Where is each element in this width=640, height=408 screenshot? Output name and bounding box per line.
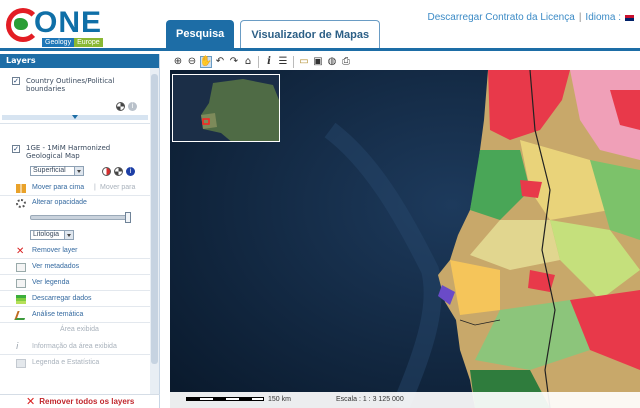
thematic-brush-icon — [14, 311, 28, 320]
move-separator: | — [94, 184, 96, 191]
layer-geological-map: ✓ 1GE - 1MiM Harmonized Geological Map S… — [0, 124, 150, 394]
onegeology-logo[interactable]: ONE Geology Europe — [4, 4, 104, 48]
move-arrows-icon — [16, 184, 26, 193]
top-separator: | — [578, 12, 582, 23]
opacity-row: Alterar opacidade — [0, 196, 150, 211]
zoom-in-icon[interactable]: ⊕ — [172, 56, 184, 68]
color-style-icon[interactable] — [102, 167, 111, 176]
undo-icon[interactable]: ↶ — [214, 56, 226, 68]
layer-name: Country Outlines/Political boundaries — [26, 77, 115, 93]
pan-hand-icon[interactable]: ✋ — [200, 55, 212, 68]
layer-info-icon[interactable]: i — [128, 102, 137, 111]
opacity-slider[interactable] — [30, 212, 131, 223]
surface-select-value: Superficial — [33, 167, 66, 174]
chevron-down-icon — [74, 167, 83, 175]
thematic-row: Análise temática — [0, 308, 150, 323]
map-status-bar: 150 km Escala : 1 : 3 125 000 — [170, 392, 640, 408]
panel-scrollbar-thumb[interactable] — [151, 74, 158, 364]
download-link[interactable]: Descarregar dados — [32, 295, 92, 302]
layer-country-outlines: ✓ Country Outlines/Political boundaries … — [0, 68, 150, 124]
scale-ratio: Escala : 1 : 3 125 000 — [336, 396, 404, 403]
zoom-out-icon[interactable]: ⊖ — [186, 56, 198, 68]
app-root: ONE Geology Europe Descarregar Contrato … — [0, 0, 640, 408]
chevron-down-icon — [64, 231, 73, 239]
legend-stats-row: Legenda e Estatística — [0, 356, 150, 371]
toolbar-separator — [258, 55, 259, 68]
layer-checkbox[interactable]: ✓ — [12, 145, 20, 153]
area-shown-heading: Área exibida — [60, 326, 99, 333]
legend-list-icon[interactable]: ☰ — [277, 56, 289, 68]
move-down-link: Mover para — [100, 184, 136, 191]
lithology-select-value: Litologia — [33, 231, 60, 238]
opacity-slider-handle[interactable] — [125, 212, 131, 223]
remove-all-layers-button[interactable]: ✕ Remover todos os layers — [0, 394, 160, 408]
info-icon[interactable]: i — [263, 56, 275, 68]
layer-style-icon[interactable] — [114, 167, 123, 176]
metadata-doc-icon — [16, 263, 26, 272]
save-icon[interactable]: ▣ — [312, 56, 324, 68]
surface-select[interactable]: Superficial — [30, 166, 84, 176]
remove-all-label: Remover todos os layers — [39, 397, 135, 406]
layer-checkbox[interactable]: ✓ — [12, 77, 20, 85]
layer-expand-toggle[interactable] — [2, 115, 148, 120]
map-viewer[interactable]: ⊕ ⊖ ✋ ↶ ↷ ⌂ i ☰ ▭ ▣ ◍ ⎙ 150 km Escala: … — [170, 53, 640, 408]
opacity-link[interactable]: Alterar opacidade — [32, 199, 87, 206]
remove-x-icon: ✕ — [16, 246, 25, 257]
print-icon[interactable]: ⎙ — [340, 56, 352, 68]
move-up-link[interactable]: Mover para cima — [32, 184, 84, 191]
metadata-link[interactable]: Ver metadados — [32, 263, 79, 270]
panel-scrollbar[interactable] — [150, 68, 159, 394]
layer-name: 1GE - 1MiM Harmonized Geological Map — [26, 144, 111, 160]
logo-sub-geology: Geology — [42, 38, 75, 47]
logo-map-mark — [14, 18, 28, 30]
layers-panel-title: Layers — [0, 54, 159, 68]
globe-icon[interactable]: ◍ — [326, 56, 338, 68]
metadata-row: Ver metadados — [0, 260, 150, 275]
logo-text: ONE — [34, 6, 103, 39]
remove-layer-link[interactable]: Remover layer — [32, 247, 78, 254]
legend-doc-icon — [16, 279, 26, 288]
area-info-link: Informação da área exibida — [32, 343, 117, 350]
home-icon[interactable]: ⌂ — [242, 56, 254, 68]
download-layers-icon — [16, 295, 26, 304]
logo-sub-europe: Europe — [74, 38, 103, 47]
opacity-icon — [16, 199, 26, 208]
thematic-link[interactable]: Análise temática — [32, 311, 83, 318]
toolbar-separator — [293, 55, 294, 68]
open-folder-icon[interactable]: ▭ — [298, 56, 310, 68]
area-info-row: i Informação da área exibida — [0, 340, 150, 355]
layer-info-icon[interactable]: i — [126, 167, 135, 176]
download-row: Descarregar dados — [0, 292, 150, 307]
tab-map-viewer[interactable]: Visualizador de Mapas — [240, 20, 381, 48]
uk-flag-icon[interactable] — [625, 14, 634, 21]
layers-panel-body: ✓ Country Outlines/Political boundaries … — [0, 68, 150, 394]
remove-layer-row: ✕ Remover layer — [0, 244, 150, 259]
logo-subtitle: Geology Europe — [42, 38, 103, 47]
layer-style-icon[interactable] — [116, 102, 125, 111]
redo-icon[interactable]: ↷ — [228, 56, 240, 68]
tab-underline — [0, 48, 640, 51]
map-toolbar: ⊕ ⊖ ✋ ↶ ↷ ⌂ i ☰ ▭ ▣ ◍ ⎙ — [170, 53, 640, 70]
legend-row: Ver legenda — [0, 276, 150, 291]
overview-map[interactable] — [172, 74, 280, 142]
legend-stats-link: Legenda e Estatística — [32, 359, 100, 366]
remove-all-x-icon: ✕ — [26, 395, 36, 408]
lithology-select[interactable]: Litologia — [30, 230, 74, 240]
area-info-icon: i — [16, 342, 19, 352]
language-label: Idioma : — [585, 12, 621, 23]
scale-bar — [186, 397, 264, 401]
move-row: Mover para cima | Mover para — [0, 181, 150, 196]
scale-distance: 150 km — [268, 396, 291, 403]
legend-link[interactable]: Ver legenda — [32, 279, 69, 286]
tab-pesquisa[interactable]: Pesquisa — [166, 20, 235, 48]
overview-canvas — [173, 75, 279, 141]
top-links: Descarregar Contrato da Licença | Idioma… — [428, 12, 634, 23]
main-tabs: Pesquisa Visualizador de Mapas — [166, 20, 381, 48]
stats-doc-icon — [16, 359, 26, 368]
license-link[interactable]: Descarregar Contrato da Licença — [428, 12, 575, 23]
layers-panel: Layers ✓ Country Outlines/Political boun… — [0, 54, 160, 408]
